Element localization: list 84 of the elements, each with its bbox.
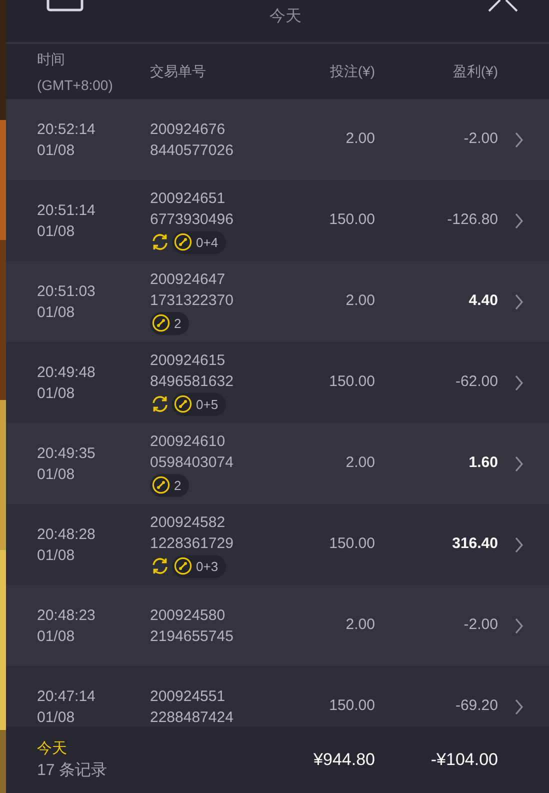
time-text: 20:49:35: [37, 444, 96, 464]
stake-amount: 2.00: [346, 291, 375, 312]
time-text: 20:47:14: [37, 686, 96, 706]
record-row[interactable]: 20:49:35 01/08 200924610 0598403074 2 2.00 1.60: [6, 423, 549, 504]
profit-amount: 4.40: [468, 291, 498, 312]
record-row[interactable]: 20:48:23 01/08 200924580 2194655745 2.00 -2.00: [6, 585, 549, 666]
link-icon: [174, 557, 192, 575]
time-text: 20:48:28: [37, 524, 96, 544]
total-profit: -¥104.00: [430, 749, 498, 772]
parlay-badge: 0+5: [172, 392, 226, 416]
order-number: 200924580: [150, 606, 226, 626]
period-label: 今天: [37, 739, 68, 759]
link-icon: [152, 314, 170, 332]
date-text: 01/08: [37, 384, 76, 404]
date-text: 01/08: [37, 708, 76, 727]
order-number: 200924651: [150, 188, 226, 208]
refresh-icon: [150, 394, 170, 414]
profit-amount: 316.40: [452, 534, 498, 554]
order-number: 2194655745: [150, 626, 234, 646]
profit-amount: -2.00: [464, 615, 498, 636]
profit-amount: 1.60: [468, 453, 498, 474]
order-number: 0598403074: [150, 452, 234, 472]
time-text: 20:51:03: [37, 282, 96, 302]
link-icon: [152, 476, 170, 494]
profit-amount: -2.00: [464, 129, 498, 150]
order-number: 1731322370: [150, 290, 234, 310]
stake-amount: 150.00: [329, 534, 375, 554]
order-number: 8496581632: [150, 372, 234, 392]
order-number: 200924615: [150, 350, 226, 370]
chevron-right-icon[interactable]: [514, 374, 524, 390]
time-text: 20:52:14: [37, 120, 96, 140]
profit-amount: -126.80: [447, 210, 498, 230]
column-header: 交易单号: [150, 63, 206, 79]
time-text: 20:49:48: [37, 362, 96, 382]
date-text: 01/08: [37, 546, 76, 566]
chevron-right-icon[interactable]: [514, 698, 524, 714]
order-number: 200924610: [150, 432, 226, 452]
column-header: 投注(¥): [330, 62, 375, 81]
chevron-right-icon[interactable]: [514, 294, 524, 310]
chevron-right-icon[interactable]: [514, 132, 524, 148]
profit-amount: -69.20: [455, 696, 498, 716]
record-count: 17 条记录: [37, 761, 108, 781]
column-header: 盈利(¥): [452, 62, 498, 81]
record-row[interactable]: 20:52:14 01/08 200924676 8440577026 2.00 -2.00: [6, 99, 549, 180]
parlay-badge: 2: [150, 312, 190, 334]
date-text: 01/08: [37, 302, 76, 322]
stake-amount: 150.00: [329, 210, 375, 230]
parlay-badge: 0+3: [172, 554, 226, 578]
column-header: 时间: [37, 50, 66, 68]
profit-amount: -62.00: [455, 372, 498, 392]
link-icon: [174, 395, 192, 413]
header-title: 今天: [270, 7, 302, 27]
order-number: 2288487424: [150, 708, 234, 727]
refresh-icon: [150, 232, 170, 252]
date-text: 01/08: [37, 140, 76, 160]
date-text: 01/08: [37, 626, 76, 646]
stake-amount: 2.00: [346, 129, 375, 150]
chevron-right-icon[interactable]: [514, 212, 524, 228]
parlay-badge: 0+4: [172, 230, 226, 254]
stake-amount: 2.00: [346, 453, 375, 474]
column-header: (GMT+8:00): [37, 76, 114, 95]
time-text: 20:48:23: [37, 606, 96, 626]
link-icon: [174, 233, 192, 251]
chevron-right-icon[interactable]: [514, 618, 524, 634]
stake-amount: 2.00: [346, 615, 375, 636]
stake-amount: 150.00: [329, 372, 375, 392]
chevron-right-icon[interactable]: [514, 536, 524, 552]
record-row[interactable]: 20:51:03 01/08 200924647 1731322370 2 2.00 4.40: [6, 261, 549, 342]
total-stake: ¥944.80: [314, 749, 375, 772]
order-number: 6773930496: [150, 210, 234, 230]
refresh-icon: [150, 556, 170, 576]
order-number: 200924582: [150, 512, 226, 532]
order-number: 200924647: [150, 270, 226, 290]
order-number: 8440577026: [150, 140, 234, 160]
order-number: 1228361729: [150, 534, 234, 554]
order-number: 200924551: [150, 686, 226, 706]
chevron-right-icon[interactable]: [514, 456, 524, 472]
date-text: 01/08: [37, 222, 76, 242]
stake-amount: 150.00: [329, 696, 375, 716]
parlay-badge: 2: [150, 474, 190, 496]
order-number: 200924676: [150, 120, 226, 140]
close-icon[interactable]: [487, 0, 519, 12]
date-text: 01/08: [37, 464, 76, 484]
time-text: 20:51:14: [37, 200, 96, 220]
